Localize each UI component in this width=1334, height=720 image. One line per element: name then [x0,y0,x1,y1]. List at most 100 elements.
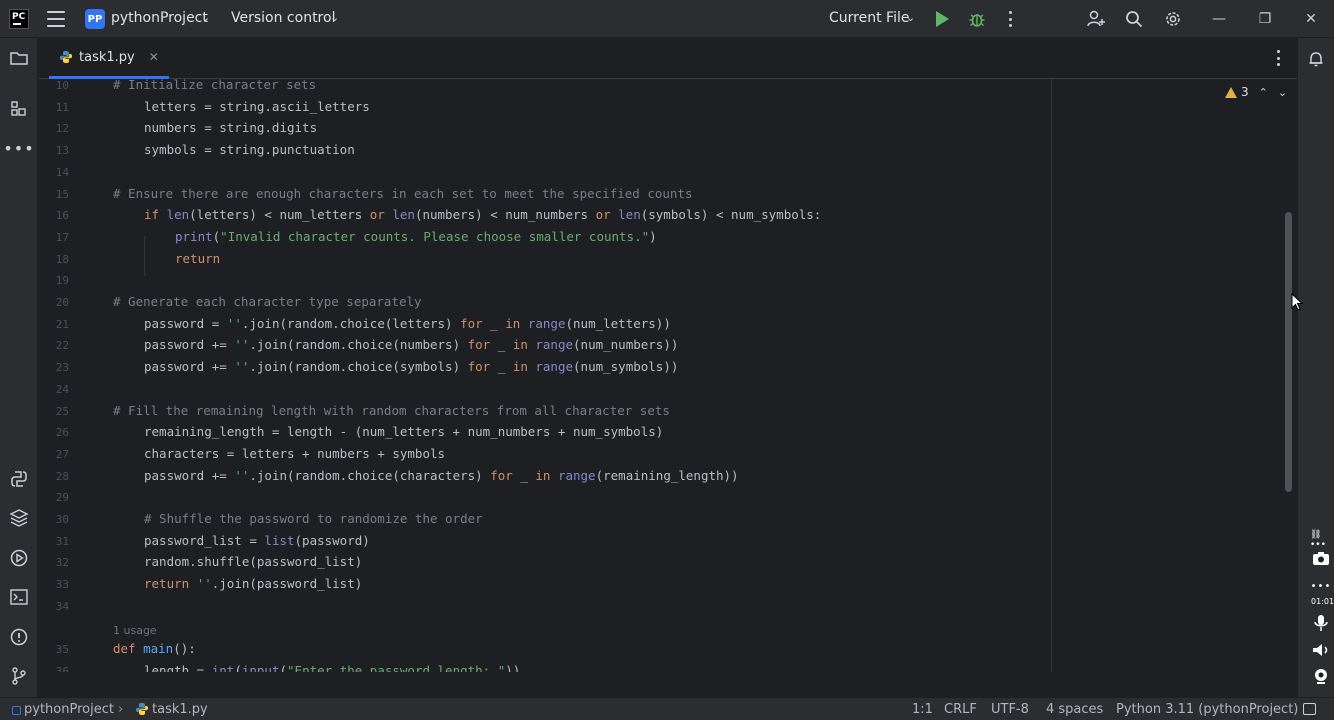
code-token: .join(random.choice(characters) [249,467,491,483]
minimize-window-button[interactable]: — [1208,8,1230,30]
terminal-icon[interactable] [7,585,31,609]
code-line[interactable]: password_list = list(password) [144,532,370,550]
vertical-scrollbar[interactable] [1285,212,1292,492]
code-line[interactable]: return [175,250,220,268]
code-token: .join(random.choice(numbers) [249,337,468,353]
services-run-icon[interactable] [7,546,31,570]
code-line[interactable]: def main(): [113,640,196,658]
webcam-icon[interactable] [1310,666,1332,686]
line-number: 23 [55,361,69,375]
code-line[interactable]: return ''.join(password_list) [144,575,362,593]
code-token: in [512,337,536,353]
problems-icon[interactable] [7,625,31,649]
code-token: )) [505,662,521,672]
close-window-button[interactable]: ✕ [1300,8,1322,30]
more-tools-icon[interactable]: ••• [3,136,33,160]
run-config-selector[interactable]: Current File [829,10,909,26]
python-console-icon[interactable] [7,467,31,491]
code-token: # Generate each character type separatel… [113,294,422,309]
python-interpreter[interactable]: Python 3.11 (pythonProject) [1116,702,1298,717]
breadcrumb-file[interactable]: task1.py [152,702,208,717]
structure-icon[interactable] [7,97,31,121]
overlay-more-icon[interactable]: ••• [1310,576,1332,596]
code-line[interactable]: password += ''.join(random.choice(charac… [144,467,739,485]
overlay-link-icon[interactable]: ⛓••• [1310,530,1332,550]
tab-actions-icon[interactable] [1275,50,1281,66]
code-line[interactable]: remaining_length = length - (num_letters… [144,423,663,441]
tab-task1-py[interactable]: task1.py ✕ [49,38,169,79]
code-line[interactable]: # Ensure there are enough characters in … [113,185,692,203]
main-menu-icon[interactable] [47,11,65,27]
project-folder-icon[interactable] [7,46,31,70]
microphone-icon[interactable] [1310,613,1332,633]
usage-hint[interactable]: 1 usage [113,624,157,637]
code-token: (password) [294,532,370,548]
code-line[interactable]: if len(letters) < num_letters or len(num… [144,206,821,224]
line-number: 18 [55,252,69,266]
more-actions-icon[interactable] [1004,10,1016,28]
add-user-icon[interactable] [1086,9,1106,29]
line-number: 14 [55,165,69,179]
code-token: (num_symbols)) [573,359,679,375]
speaker-icon[interactable] [1310,640,1332,660]
code-token: if [144,207,167,223]
code-line[interactable]: # Generate each character type separatel… [113,293,422,311]
restore-window-button[interactable]: ❐ [1254,8,1276,30]
project-badge[interactable]: PP [85,9,105,29]
camera-icon[interactable] [1310,549,1332,569]
caret-position[interactable]: 1:1 [912,702,933,717]
settings-gear-icon[interactable] [1163,9,1183,29]
editor-bottom-area [39,672,1297,697]
code-token: # Fill the remaining length with random … [113,402,670,418]
line-number: 36 [55,664,69,672]
line-number: 28 [55,469,69,483]
code-line[interactable]: # Shuffle the password to randomize the … [144,510,483,528]
code-line[interactable]: characters = letters + numbers + symbols [144,445,445,463]
chevron-down-icon[interactable]: ⌄ [201,11,210,24]
code-line[interactable]: random.shuffle(password_list) [144,553,362,571]
line-number: 29 [55,491,69,505]
code-line[interactable]: length = int(input("Enter the password l… [144,662,520,672]
close-tab-icon[interactable]: ✕ [149,50,159,64]
notifications-bell-icon[interactable] [1307,50,1325,68]
inspection-widget[interactable]: 3 ⌃ ⌄ [1225,85,1287,99]
python-packages-icon[interactable] [7,506,31,530]
breadcrumb-project[interactable]: pythonProject [24,702,114,717]
code-line[interactable]: # Fill the remaining length with random … [113,402,670,420]
code-token: ) [649,228,657,244]
code-line[interactable]: letters = string.ascii_letters [144,98,370,116]
chevron-down-icon[interactable]: ⌄ [330,11,339,24]
chevron-up-icon[interactable]: ⌃ [1259,86,1268,99]
code-line[interactable]: # Initialize character sets [113,79,316,94]
memory-indicator-icon[interactable] [1303,703,1316,715]
line-number: 24 [55,382,69,396]
code-token: _ [497,359,513,375]
code-token: range [535,337,574,353]
run-icon[interactable] [936,11,949,27]
debug-bug-icon[interactable] [968,10,986,28]
git-branch-icon[interactable] [7,664,31,688]
project-name[interactable]: pythonProject [111,10,208,26]
line-number: 33 [55,578,69,592]
code-editor[interactable]: 3 ⌃ ⌄ 10 11 12 13 14 15 16 17 18 19 20 21 22 23 24 25 26… [39,79,1297,672]
version-control-menu[interactable]: Version control [231,10,335,26]
file-encoding[interactable]: UTF-8 [991,702,1029,717]
code-line[interactable]: symbols = string.punctuation [144,141,355,159]
chevron-down-icon[interactable]: ⌄ [906,11,915,24]
line-number: 31 [55,534,69,548]
code-line[interactable]: password += ''.join(random.choice(number… [144,336,678,354]
line-number: 13 [55,144,69,158]
code-token: remaining_length = length - (num_letters… [144,424,664,440]
line-number: 26 [55,426,69,440]
title-bar: PC PP pythonProject ⌄ Version control ⌄ … [0,0,1334,38]
code-line[interactable]: print("Invalid character counts. Please … [175,228,657,246]
line-separator[interactable]: CRLF [944,702,977,717]
indent-setting[interactable]: 4 spaces [1046,702,1103,717]
code-token: '' [234,337,250,353]
code-line[interactable]: numbers = string.digits [144,119,317,137]
chevron-down-icon[interactable]: ⌄ [1278,86,1287,99]
search-icon[interactable] [1124,9,1144,29]
code-line[interactable]: password = ''.join(random.choice(letters… [144,315,671,333]
code-line[interactable]: password += ''.join(random.choice(symbol… [144,358,678,376]
code-token: for [460,315,491,331]
